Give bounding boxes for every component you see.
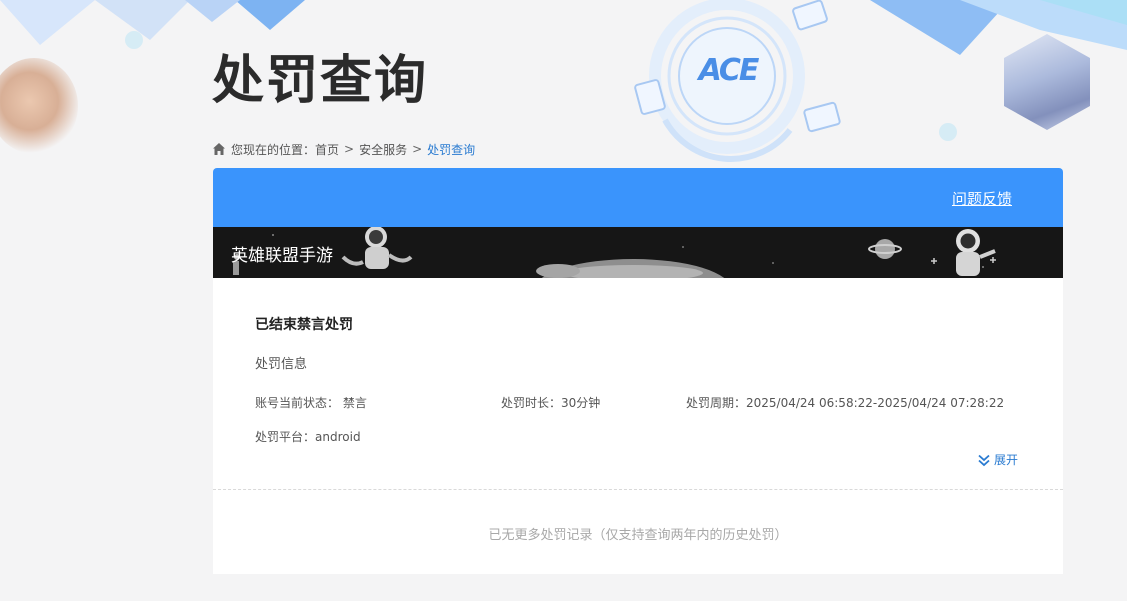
- feedback-link[interactable]: 问题反馈: [952, 188, 1012, 209]
- account-status: 账号当前状态： 禁言: [255, 394, 367, 411]
- game-name: 英雄联盟手游: [231, 246, 333, 266]
- banner-astronaut-decoration: [233, 227, 996, 278]
- breadcrumb-item-home[interactable]: 首页: [315, 141, 339, 158]
- section-label: 处罚信息: [255, 357, 308, 372]
- account-status-label: 账号当前状态：: [255, 396, 340, 410]
- decorative-avatar-right: [1004, 34, 1090, 130]
- penalty-period: 处罚周期：2025/04/24 06:58:22-2025/04/24 07:2…: [686, 394, 1004, 411]
- breadcrumb-separator: >: [344, 142, 355, 156]
- expand-label: 展开: [994, 453, 1019, 467]
- breadcrumb-separator: >: [412, 142, 423, 156]
- penalty-duration: 处罚时长：30分钟: [501, 394, 600, 411]
- record-title: 已结束禁言处罚: [255, 317, 353, 333]
- home-icon: [213, 143, 225, 155]
- double-chevron-down-icon: [978, 454, 990, 466]
- card-header-bar: 问题反馈: [213, 168, 1063, 227]
- breadcrumb-current: 处罚查询: [427, 142, 476, 157]
- expand-button[interactable]: 展开: [977, 451, 1018, 468]
- penalty-record: 已结束禁言处罚 处罚信息 账号当前状态： 禁言 处罚时长：30分钟 处罚周期：2…: [213, 278, 1063, 490]
- ace-logo-text: ACE: [698, 52, 760, 88]
- page-title: 处罚查询: [212, 51, 429, 111]
- breadcrumb-prefix: 您现在的位置：: [231, 142, 316, 157]
- penalty-duration-value: 30分钟: [561, 396, 601, 410]
- no-more-records-text: 已无更多处罚记录（仅支持查询两年内的历史处罚）: [488, 528, 788, 543]
- account-status-value: 禁言: [342, 396, 367, 410]
- breadcrumb-item-security-service[interactable]: 安全服务: [359, 141, 407, 158]
- penalty-card: 问题反馈 英雄联盟手游 已结束禁言处罚 处罚信息 账号当前状态： 禁言 处罚时长…: [213, 168, 1063, 574]
- decorative-avatar-left: [0, 58, 78, 154]
- page: ACE 处罚查询 您现在的位置： 首页 > 安全服务 > 处罚查询 问题反馈 英…: [0, 0, 1127, 601]
- game-banner: 英雄联盟手游: [213, 227, 1063, 278]
- penalty-platform: 处罚平台：android: [255, 428, 361, 445]
- penalty-duration-label: 处罚时长：: [501, 396, 562, 410]
- ace-logo: ACE: [676, 32, 780, 108]
- penalty-platform-label: 处罚平台：: [255, 430, 316, 444]
- penalty-period-label: 处罚周期：: [686, 396, 747, 410]
- penalty-period-value: 2025/04/24 06:58:22-2025/04/24 07:28:22: [746, 396, 1005, 410]
- penalty-platform-value: android: [315, 430, 361, 444]
- breadcrumb: 您现在的位置： 首页 > 安全服务 > 处罚查询: [212, 140, 475, 158]
